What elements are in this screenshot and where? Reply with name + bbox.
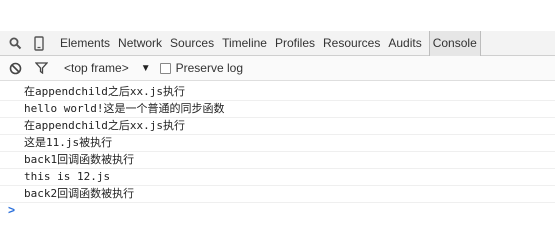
console-message: this is 12.js [0, 169, 555, 186]
clear-console-icon[interactable] [6, 56, 24, 81]
console-message: back1回调函数被执行 [0, 152, 555, 169]
search-icon[interactable] [6, 31, 24, 56]
tab-elements[interactable]: Elements [60, 31, 110, 56]
frame-selector[interactable]: <top frame> [64, 61, 129, 75]
console-message: back2回调函数被执行 [0, 186, 555, 203]
console-message: 在appendchild之后xx.js执行 [0, 84, 555, 101]
console-filter-bar: <top frame> ▼ Preserve log [0, 56, 555, 81]
tab-resources[interactable]: Resources [323, 31, 380, 56]
tab-timeline[interactable]: Timeline [222, 31, 267, 56]
tab-network[interactable]: Network [118, 31, 162, 56]
tab-sources[interactable]: Sources [170, 31, 214, 56]
tab-console[interactable]: Console [428, 30, 481, 56]
devtools-toolbar: Elements Network Sources Timeline Profil… [0, 30, 555, 56]
console-message: 在appendchild之后xx.js执行 [0, 118, 555, 135]
tab-profiles[interactable]: Profiles [275, 31, 315, 56]
device-mode-icon[interactable] [30, 31, 48, 56]
preserve-log-checkbox[interactable] [159, 62, 171, 74]
console-message: 这是11.js被执行 [0, 135, 555, 152]
preserve-log-label: Preserve log [175, 61, 243, 75]
dropdown-arrow-icon[interactable]: ▼ [141, 63, 151, 74]
filter-icon[interactable] [32, 56, 50, 81]
prompt-chevron-icon[interactable]: > [8, 203, 15, 217]
console-output: 在appendchild之后xx.js执行 hello world!这是一个普通… [0, 84, 555, 203]
console-message: hello world!这是一个普通的同步函数 [0, 101, 555, 118]
tab-audits[interactable]: Audits [388, 31, 421, 56]
